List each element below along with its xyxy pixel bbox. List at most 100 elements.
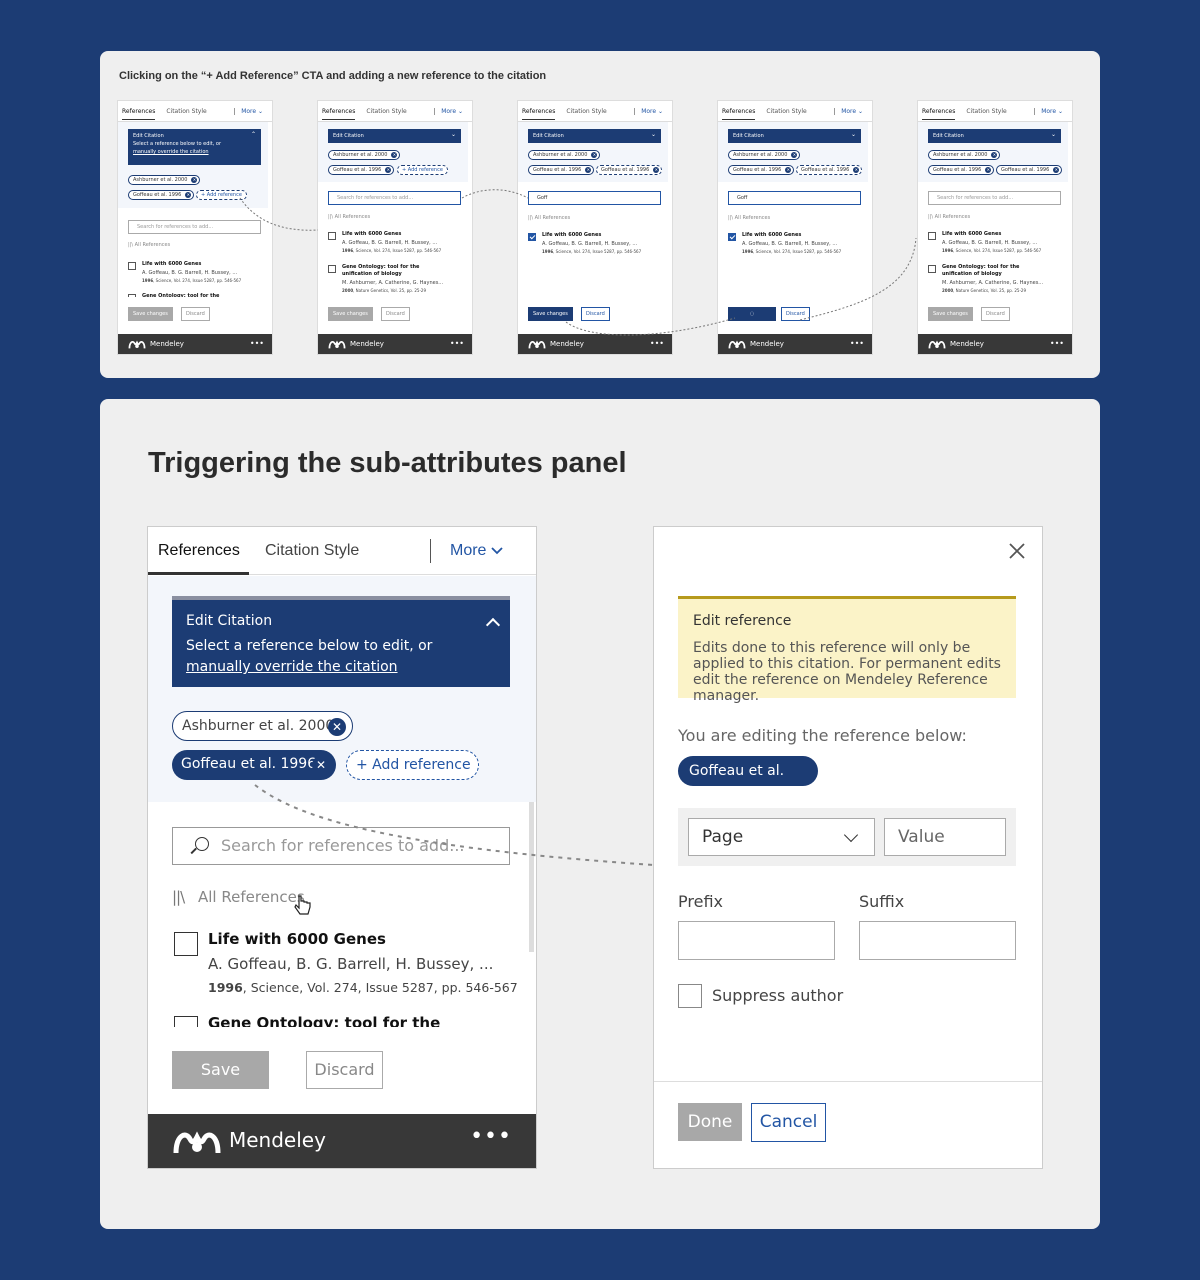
search-input[interactable]: Search for references to add... bbox=[928, 191, 1061, 205]
discard-button[interactable]: Discard bbox=[981, 307, 1010, 321]
overflow-menu-icon[interactable]: ••• bbox=[1050, 334, 1064, 354]
save-changes-button[interactable]: Save changes bbox=[928, 307, 973, 321]
discard-button[interactable]: Discard bbox=[306, 1051, 383, 1089]
add-reference-button[interactable]: + Add reference bbox=[346, 750, 479, 780]
overflow-menu-icon[interactable]: ••• bbox=[450, 334, 464, 354]
tab-references[interactable]: References bbox=[722, 108, 756, 120]
edit-citation-panel[interactable]: Edit Citation Select a reference below t… bbox=[172, 596, 510, 687]
prefix-input[interactable] bbox=[678, 921, 835, 960]
cancel-button[interactable]: Cancel bbox=[751, 1103, 826, 1142]
tab-citation-style[interactable]: Citation Style bbox=[166, 108, 206, 115]
tab-citation-style[interactable]: Citation Style bbox=[265, 542, 359, 560]
tab-citation-style[interactable]: Citation Style bbox=[766, 108, 806, 115]
checkbox-checked[interactable] bbox=[728, 233, 736, 241]
save-changes-button[interactable]: Save changes bbox=[128, 307, 173, 321]
remove-icon[interactable]: ✕ bbox=[585, 167, 592, 173]
edit-citation-panel[interactable]: Edit Citation ⌄ bbox=[328, 129, 461, 143]
chevron-down-icon[interactable]: ⌄ bbox=[851, 131, 856, 139]
done-button[interactable]: Done bbox=[678, 1103, 742, 1141]
add-reference-button[interactable]: + Add reference bbox=[196, 190, 247, 200]
chip-goffeau-selected[interactable]: Goffeau et al. 1996 ✕ bbox=[172, 750, 336, 780]
overflow-menu-icon[interactable]: ••• bbox=[850, 334, 864, 354]
chip-ashburner[interactable]: Ashburner et al. 2000 ✕ bbox=[128, 175, 201, 185]
more-menu[interactable]: More ⌄ bbox=[434, 108, 463, 115]
checkbox[interactable] bbox=[328, 232, 336, 240]
more-menu[interactable]: More bbox=[450, 542, 503, 560]
tab-references[interactable]: References bbox=[522, 108, 556, 120]
close-icon[interactable] bbox=[1007, 541, 1027, 561]
chip-ashburner[interactable]: Ashburner et al. 2000 ✕ bbox=[172, 711, 353, 741]
remove-icon[interactable]: ✕ bbox=[985, 167, 992, 173]
chevron-down-icon[interactable]: ⌄ bbox=[651, 131, 656, 139]
chip-goffeau-new[interactable]: Goffeau et al. 1996 ✕ bbox=[796, 165, 863, 175]
remove-icon[interactable]: ✕ bbox=[791, 152, 798, 158]
add-reference-button[interactable]: + Add reference bbox=[397, 165, 448, 175]
edit-citation-panel[interactable]: Edit Citation ⌄ bbox=[528, 129, 661, 143]
more-menu[interactable]: More ⌄ bbox=[234, 108, 263, 115]
overflow-menu-icon[interactable]: ••• bbox=[250, 334, 264, 354]
remove-icon[interactable]: ✕ bbox=[185, 192, 192, 198]
scrollbar[interactable] bbox=[529, 802, 534, 952]
discard-button[interactable]: Discard bbox=[381, 307, 410, 321]
checkbox[interactable] bbox=[928, 232, 936, 240]
tab-references[interactable]: References bbox=[158, 542, 240, 560]
chip-ashburner[interactable]: Ashburner et al. 2000 ✕ bbox=[728, 150, 801, 160]
remove-icon[interactable]: ✕ bbox=[191, 177, 198, 183]
edit-citation-panel[interactable]: Edit Citation ⌄ bbox=[728, 129, 861, 143]
chevron-down-icon[interactable]: ⌄ bbox=[451, 131, 456, 139]
chevron-up-icon[interactable] bbox=[485, 617, 501, 633]
search-input[interactable]: Goff bbox=[528, 191, 661, 205]
tab-citation-style[interactable]: Citation Style bbox=[366, 108, 406, 115]
remove-icon[interactable]: ✕ bbox=[591, 152, 598, 158]
suppress-author-checkbox[interactable] bbox=[678, 984, 702, 1008]
chip-goffeau[interactable]: Goffeau et al. 1996 ✕ bbox=[728, 165, 795, 175]
locator-select[interactable]: Page bbox=[688, 818, 875, 856]
more-menu[interactable]: More ⌄ bbox=[834, 108, 863, 115]
checkbox-checked[interactable] bbox=[528, 233, 536, 241]
overflow-menu-icon[interactable]: ••• bbox=[470, 1124, 512, 1149]
discard-button[interactable]: Discard bbox=[781, 307, 810, 321]
discard-button[interactable]: Discard bbox=[181, 307, 210, 321]
chip-goffeau[interactable]: Goffeau et al. 1996 ✕ bbox=[928, 165, 995, 175]
tab-citation-style[interactable]: Citation Style bbox=[966, 108, 1006, 115]
suffix-input[interactable] bbox=[859, 921, 1016, 960]
search-input[interactable]: Search for references to add... bbox=[328, 191, 461, 205]
tab-references[interactable]: References bbox=[922, 108, 956, 120]
override-link[interactable]: manually override the citation bbox=[186, 659, 398, 675]
remove-icon[interactable]: ✕ bbox=[991, 152, 998, 158]
save-changes-button[interactable]: Save changes bbox=[528, 307, 573, 321]
remove-icon[interactable]: ✕ bbox=[328, 718, 346, 736]
more-menu[interactable]: More ⌄ bbox=[1034, 108, 1063, 115]
checkbox[interactable] bbox=[928, 265, 936, 273]
chevron-up-icon[interactable]: ⌃ bbox=[251, 131, 256, 139]
more-menu[interactable]: More ⌄ bbox=[634, 108, 663, 115]
chip-goffeau[interactable]: Goffeau et al. 1996 ✕ bbox=[128, 190, 195, 200]
override-link[interactable]: manually override the citation bbox=[133, 148, 256, 156]
tab-references[interactable]: References bbox=[122, 108, 156, 120]
chip-goffeau[interactable]: Goffeau et al. 1996 ✕ bbox=[328, 165, 395, 175]
remove-icon[interactable]: ✕ bbox=[1053, 167, 1060, 173]
chip-goffeau-new[interactable]: Goffeau et al. 1996 ✕ bbox=[596, 165, 663, 175]
save-loading-button[interactable]: ◌ bbox=[728, 307, 776, 321]
search-input[interactable]: Search for references to add... bbox=[128, 220, 261, 234]
edit-citation-panel[interactable]: Edit Citation ⌄ bbox=[928, 129, 1061, 143]
chip-goffeau-added[interactable]: Goffeau et al. 1996 ✕ bbox=[996, 165, 1063, 175]
tab-citation-style[interactable]: Citation Style bbox=[566, 108, 606, 115]
tab-references[interactable]: References bbox=[322, 108, 356, 120]
chip-ashburner[interactable]: Ashburner et al. 2000 ✕ bbox=[528, 150, 601, 160]
discard-button[interactable]: Discard bbox=[581, 307, 610, 321]
remove-icon[interactable]: ✕ bbox=[853, 167, 860, 173]
remove-icon[interactable]: ✕ bbox=[385, 167, 392, 173]
locator-value-input[interactable]: Value bbox=[884, 818, 1006, 856]
remove-icon[interactable]: ✕ bbox=[785, 167, 792, 173]
checkbox[interactable] bbox=[328, 265, 336, 273]
overflow-menu-icon[interactable]: ••• bbox=[650, 334, 664, 354]
chip-ashburner[interactable]: Ashburner et al. 2000 ✕ bbox=[328, 150, 401, 160]
save-changes-button[interactable]: Save changes bbox=[172, 1051, 269, 1117]
chip-ashburner[interactable]: Ashburner et al. 2000 ✕ bbox=[928, 150, 1001, 160]
search-input[interactable]: Goff bbox=[728, 191, 861, 205]
remove-icon[interactable]: ✕ bbox=[312, 756, 330, 774]
chevron-down-icon[interactable]: ⌄ bbox=[1051, 131, 1056, 139]
save-changes-button[interactable]: Save changes bbox=[328, 307, 373, 321]
chip-goffeau[interactable]: Goffeau et al. 1996 ✕ bbox=[528, 165, 595, 175]
